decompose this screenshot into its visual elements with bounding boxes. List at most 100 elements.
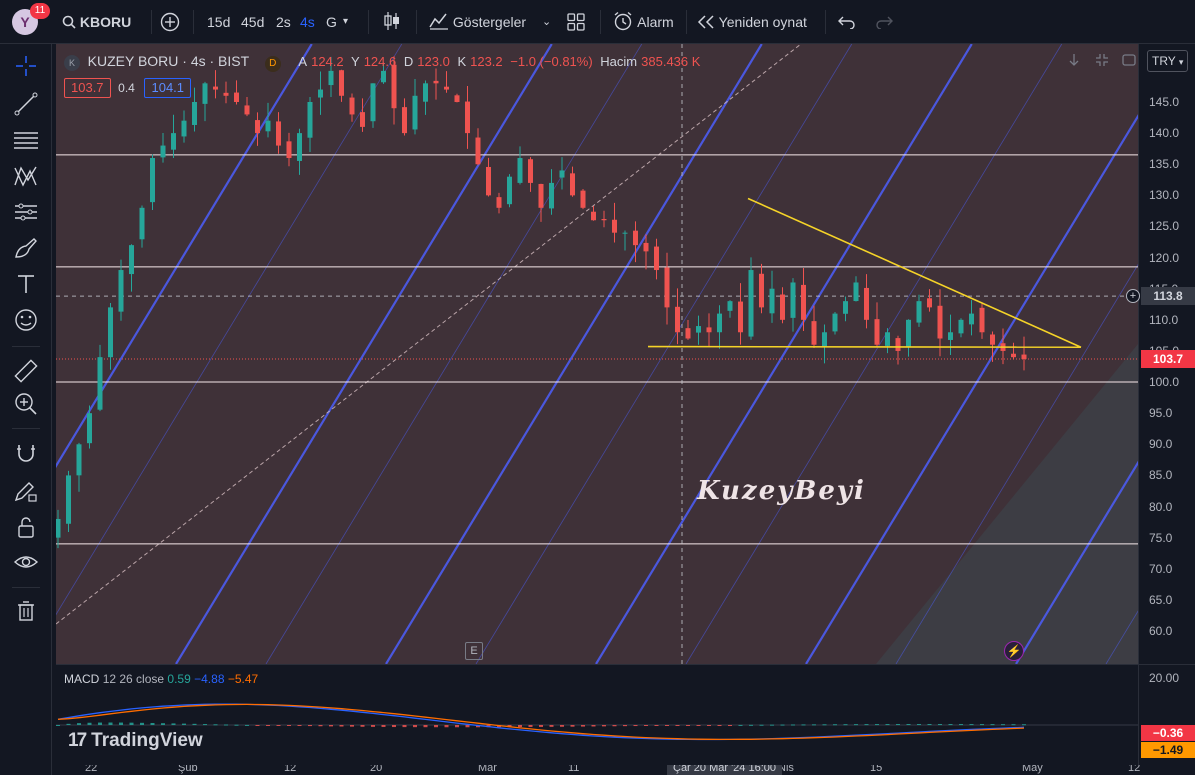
candle-body (570, 173, 575, 196)
indicators-button[interactable]: Göstergeler (429, 10, 526, 34)
brush-tool[interactable] (10, 232, 42, 264)
interval-2s[interactable]: 2s (276, 10, 291, 34)
window-icon (1122, 54, 1136, 66)
macd-name[interactable]: MACD (64, 672, 99, 686)
magnet-tool[interactable] (10, 437, 42, 469)
macd-value-label: −0.36 (1141, 725, 1195, 741)
candle-body (307, 102, 313, 138)
bid-price[interactable]: 103.7 (64, 78, 111, 98)
candle-body (738, 301, 743, 333)
interval-g[interactable]: G (326, 10, 337, 34)
low-label: D (403, 54, 414, 69)
macd-axis: 20.00 −0.36 −1.49 (1138, 664, 1195, 765)
price-tick: 100.0 (1149, 375, 1180, 390)
candle-body (549, 182, 554, 209)
compare-button[interactable] (160, 10, 180, 34)
interval-4s[interactable]: 4s (300, 10, 315, 34)
time-tick: May (1022, 765, 1043, 774)
redo-button[interactable] (875, 10, 893, 34)
scroll-down-button[interactable] (1066, 52, 1082, 71)
macd-histogram-bar (318, 725, 323, 727)
macd-histogram-bar (738, 724, 743, 726)
currency-selector[interactable]: TRY ▾ (1147, 50, 1189, 72)
candle-body (286, 141, 292, 159)
alarm-label: Alarm (637, 14, 674, 30)
symbol-title[interactable]: KUZEY BORU · 4s · BIST (88, 53, 250, 69)
price-axis[interactable]: TRY ▾ 145.0140.0135.0130.0125.0120.0115.… (1138, 44, 1195, 664)
text-tool[interactable] (10, 268, 42, 300)
interval-15d[interactable]: 15d (207, 10, 230, 34)
candle-body (454, 95, 460, 102)
forecast-tool[interactable] (10, 196, 42, 228)
price-tick: 60.0 (1149, 624, 1173, 638)
visibility-tool[interactable] (10, 546, 42, 578)
price-chart[interactable] (56, 44, 1138, 664)
macd-histogram-bar (371, 725, 375, 727)
macd-histogram-bar (906, 724, 911, 726)
price-tick: 80.0 (1149, 499, 1173, 514)
add-alert-at-price-button[interactable]: + (1126, 289, 1140, 303)
triangle-lower-line (647, 345, 1082, 349)
chart-type-button[interactable] (381, 10, 403, 34)
symbol-search[interactable]: KBORU (62, 10, 131, 34)
ask-price[interactable]: 104.1 (144, 78, 192, 98)
macd-histogram-bar (948, 724, 953, 726)
delete-tool[interactable] (10, 595, 42, 627)
time-axis[interactable]: 22 Şub 12 20 Mar 11 Nis 15 May 12 Çar 20… (52, 765, 1195, 775)
macd-histogram-bar (413, 725, 417, 728)
market-status: D (264, 56, 281, 72)
macd-signal-label: −1.49 (1141, 742, 1195, 758)
replay-button[interactable]: Yeniden oynat (697, 10, 807, 34)
macd-histogram-bar (108, 722, 113, 725)
candle-body (748, 270, 754, 337)
layouts-button[interactable] (567, 10, 585, 34)
indicators-dropdown-icon[interactable]: ⌄ (542, 10, 551, 34)
macd-histogram-bar (66, 723, 71, 725)
interval-45d[interactable]: 45d (241, 10, 264, 34)
macd-histogram-bar (434, 725, 438, 728)
fib-tool[interactable] (10, 124, 42, 156)
low-value: 123.0 (417, 54, 450, 69)
macd-histogram-bar (791, 724, 795, 726)
candle-body (538, 183, 544, 208)
last-price-label: 103.7 (1141, 350, 1195, 369)
interval-dropdown-icon[interactable]: ▾ (343, 10, 348, 34)
tradingview-logo[interactable]: 17 TradingView (68, 730, 203, 752)
macd-histogram-bar (455, 725, 459, 728)
candle-body (874, 319, 880, 345)
crosshair-tool[interactable] (10, 50, 42, 82)
lightning-icon[interactable]: ⚡ (1004, 641, 1024, 661)
horizontal-lines-icon (14, 132, 38, 149)
trendline-tool[interactable] (10, 88, 42, 120)
macd-histogram-bar (686, 725, 690, 726)
replay-label: Yeniden oynat (718, 14, 807, 30)
lock-drawing-tool[interactable] (10, 475, 42, 507)
symbol-name: KBORU (79, 14, 132, 30)
pattern-tool[interactable] (10, 160, 42, 192)
lock-all-tool[interactable] (10, 511, 42, 543)
maximize-button[interactable] (1121, 52, 1137, 71)
price-tick: 145.0 (1149, 95, 1180, 109)
chart-canvas[interactable] (56, 44, 1138, 664)
top-toolbar: Y 11 KBORU 15d 45d 2s 4s G ▾ Göstergeler… (0, 0, 1195, 44)
bid-ask-box: 103.7 0.4 104.1 (64, 78, 195, 100)
candle-body (76, 444, 82, 476)
undo-button[interactable] (838, 10, 856, 34)
candle-body (56, 518, 61, 538)
candle-body (601, 218, 607, 221)
macd-histogram-bar (129, 722, 134, 725)
measure-tool[interactable] (10, 355, 42, 387)
emoji-tool[interactable] (10, 304, 42, 336)
spread-value: 0.4 (118, 81, 135, 95)
macd-histogram-bar (980, 724, 984, 726)
earnings-marker[interactable]: E (465, 642, 483, 660)
macd-histogram-bar (308, 725, 312, 727)
symbol-logo: K (64, 54, 80, 71)
macd-histogram-bar (780, 724, 785, 726)
alarm-button[interactable]: Alarm (612, 10, 674, 34)
zoom-tool[interactable] (10, 388, 42, 420)
macd-histogram-bar (402, 725, 407, 728)
collapse-button[interactable] (1094, 52, 1110, 71)
candle-body (696, 326, 701, 333)
eye-icon (13, 556, 39, 568)
